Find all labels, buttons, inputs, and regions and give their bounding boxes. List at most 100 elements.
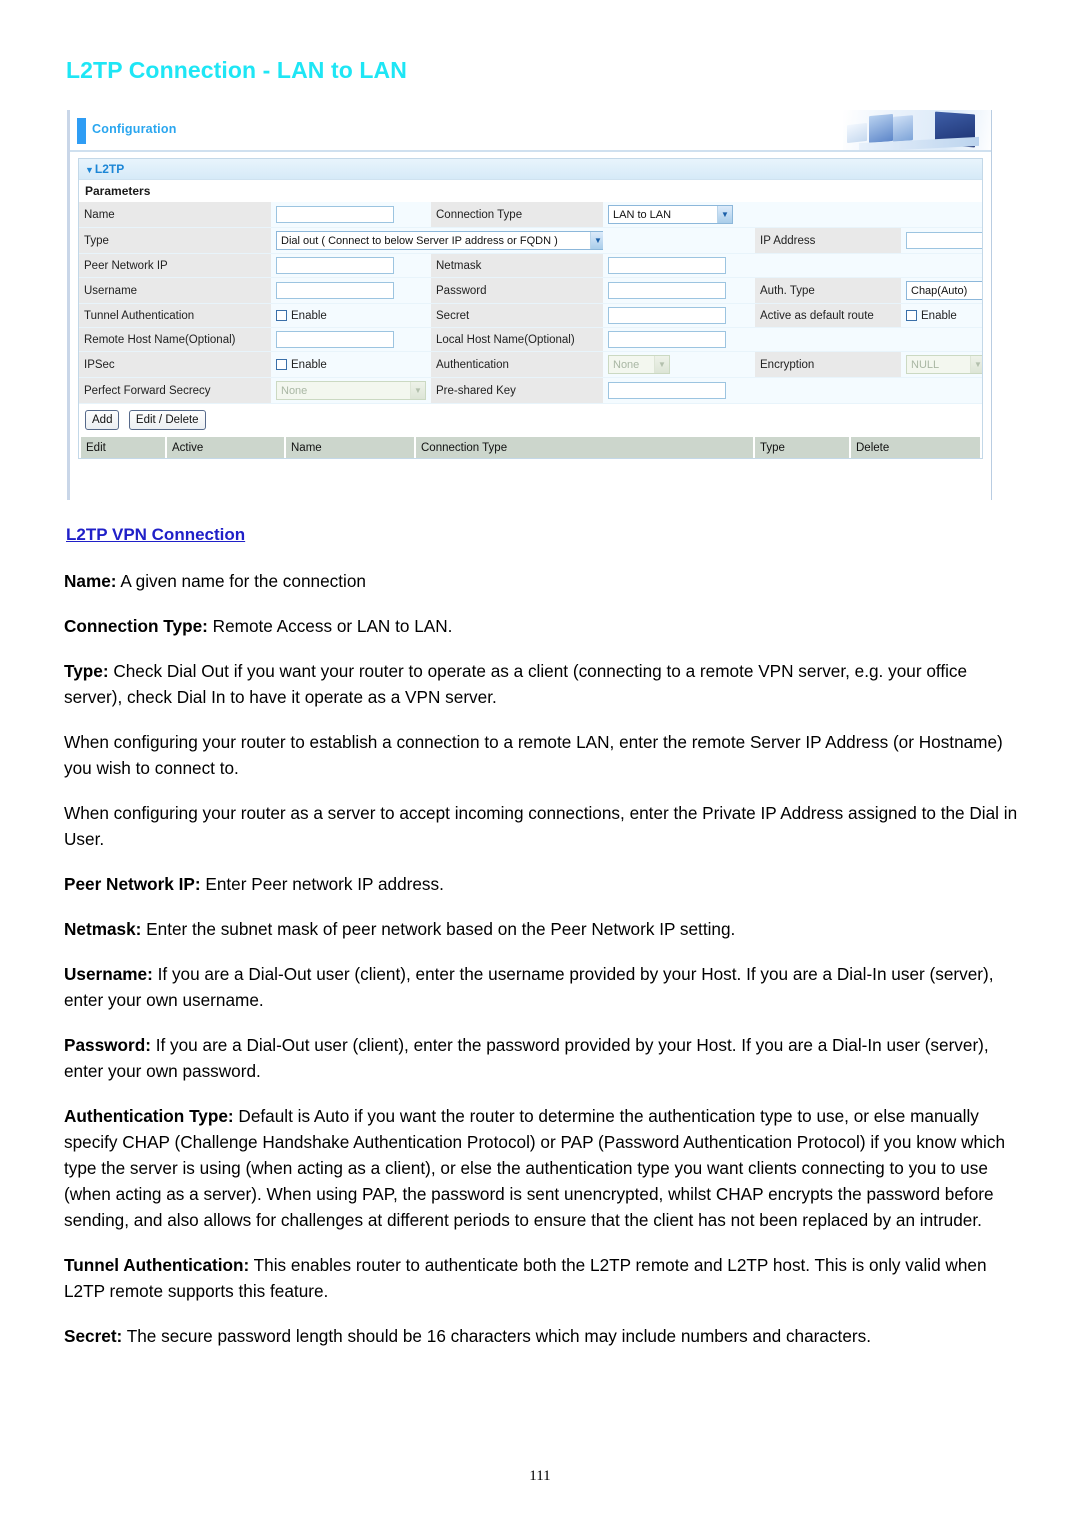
label-remote-host-name: Remote Host Name(Optional) xyxy=(79,327,271,352)
form-row-name: Name Connection Type LAN to LAN ▼ xyxy=(79,202,982,228)
label-connection-type: Connection Type xyxy=(431,202,603,228)
section-heading-l2tp-vpn-connection: L2TP VPN Connection xyxy=(66,525,246,544)
spacer-cell xyxy=(755,253,901,278)
paragraph-term: Name: xyxy=(64,571,117,591)
paragraph: Name: A given name for the connection xyxy=(64,571,366,591)
l2tp-group-header[interactable]: ▼L2TP xyxy=(79,159,982,180)
screenshot-body: ▼L2TP Parameters Name Connection Type LA… xyxy=(70,152,991,459)
spacer-cell xyxy=(755,377,901,404)
label-ip-address: IP Address xyxy=(755,227,901,254)
column-header-name: Name xyxy=(286,437,414,458)
chevron-down-icon: ▼ xyxy=(85,165,94,175)
paragraph: Secret: The secure password length shoul… xyxy=(64,1326,871,1346)
table-header-row: Edit Active Name Connection Type Type De… xyxy=(81,437,980,458)
monitor-graphic xyxy=(847,122,867,144)
label-netmask: Netmask xyxy=(431,253,603,278)
label-auth-type: Auth. Type xyxy=(755,277,901,304)
paragraph: Type: Check Dial Out if you want your ro… xyxy=(64,661,968,707)
router-config-screenshot: Configuration ▼L2TP Parameters Name Conn… xyxy=(67,110,992,500)
encryption-select[interactable]: NULL ▼ xyxy=(906,355,982,374)
label-tunnel-authentication: Tunnel Authentication xyxy=(79,303,271,328)
cell-peer-network-ip-input xyxy=(271,253,431,278)
password-input[interactable] xyxy=(608,282,726,299)
perfect-forward-secrecy-value: None xyxy=(281,384,308,397)
authentication-select[interactable]: None ▼ xyxy=(608,355,670,374)
cell-auth-type-select: Chap(Auto) ▼ xyxy=(901,277,982,304)
paragraph: Peer Network IP: Enter Peer network IP a… xyxy=(64,874,444,894)
screenshot-header: Configuration xyxy=(70,110,991,152)
perfect-forward-secrecy-select[interactable]: None ▼ xyxy=(276,381,426,400)
page-title: L2TP Connection - LAN to LAN xyxy=(66,57,407,83)
secret-input[interactable] xyxy=(608,307,726,324)
remote-host-name-input[interactable] xyxy=(276,331,394,348)
tunnel-authentication-checkbox[interactable] xyxy=(276,309,287,321)
l2tp-parameters-table: Name Connection Type LAN to LAN ▼ Type D… xyxy=(79,202,982,404)
label-pre-shared-key: Pre-shared Key xyxy=(431,377,603,404)
l2tp-group-title: L2TP xyxy=(94,162,125,176)
paragraph-term: Peer Network IP: xyxy=(64,874,201,894)
cell-tunnel-auth-checkbox: Enable xyxy=(271,303,431,328)
paragraph: When configuring your router to establis… xyxy=(64,732,1003,778)
chevron-down-icon: ▼ xyxy=(970,356,982,373)
paragraph-term: Tunnel Authentication: xyxy=(64,1255,250,1275)
ipsec-checkbox-label: Enable xyxy=(291,358,327,371)
spacer-cell xyxy=(901,377,982,404)
auth-type-select[interactable]: Chap(Auto) ▼ xyxy=(906,281,982,300)
local-host-name-input[interactable] xyxy=(608,331,726,348)
type-select[interactable]: Dial out ( Connect to below Server IP ad… xyxy=(276,231,603,250)
peer-network-ip-input[interactable] xyxy=(276,257,394,274)
cell-remote-host-name-input xyxy=(271,327,431,352)
label-perfect-forward-secrecy: Perfect Forward Secrecy xyxy=(79,377,271,404)
auth-type-value: Chap(Auto) xyxy=(911,284,968,297)
ipsec-checkbox[interactable] xyxy=(276,358,287,370)
connection-type-select[interactable]: LAN to LAN ▼ xyxy=(608,205,733,224)
label-type: Type xyxy=(79,227,271,254)
l2tp-connection-list-table: Edit Active Name Connection Type Type De… xyxy=(79,437,982,458)
label-ipsec: IPSec xyxy=(79,351,271,378)
username-input[interactable] xyxy=(276,282,394,299)
name-input[interactable] xyxy=(276,206,394,223)
router-banner-image xyxy=(843,110,991,150)
cell-ipsec-checkbox: Enable xyxy=(271,351,431,378)
cell-pre-shared-key-input xyxy=(603,377,755,404)
cell-local-host-name-input xyxy=(603,327,755,352)
edit-delete-button[interactable]: Edit / Delete xyxy=(128,410,206,430)
paragraph-term: Authentication Type: xyxy=(64,1106,234,1126)
monitor-graphic xyxy=(869,113,893,144)
column-header-type: Type xyxy=(755,437,849,458)
cell-username-input xyxy=(271,277,431,304)
label-encryption: Encryption xyxy=(755,351,901,378)
chevron-down-icon: ▼ xyxy=(717,206,732,223)
cell-active-default-route-checkbox: Enable xyxy=(901,303,982,328)
document-page: L2TP Connection - LAN to LAN Configurati… xyxy=(0,0,1080,1527)
type-value: Dial out ( Connect to below Server IP ad… xyxy=(281,234,558,247)
cell-type-select: Dial out ( Connect to below Server IP ad… xyxy=(271,227,603,254)
active-as-default-route-checkbox-label: Enable xyxy=(921,309,957,322)
pre-shared-key-input[interactable] xyxy=(608,382,726,399)
ip-address-input[interactable] xyxy=(906,232,982,249)
form-row-username: Username Password Auth. Type Chap(Auto) xyxy=(79,277,982,304)
connection-type-value: LAN to LAN xyxy=(613,208,672,221)
cell-pfs-select: None ▼ xyxy=(271,377,431,404)
chevron-down-icon: ▼ xyxy=(410,382,425,399)
netmask-input[interactable] xyxy=(608,257,726,274)
form-row-tunnel-authentication: Tunnel Authentication Enable Secret Acti… xyxy=(79,303,982,328)
paragraph-term: Secret: xyxy=(64,1326,123,1346)
label-local-host-name: Local Host Name(Optional) xyxy=(431,327,603,352)
cell-password-input xyxy=(603,277,755,304)
action-button-row: Add Edit / Delete xyxy=(79,404,982,437)
label-authentication: Authentication xyxy=(431,351,603,378)
spacer-cell xyxy=(603,227,755,254)
active-as-default-route-checkbox[interactable] xyxy=(906,309,917,321)
cell-authentication-select: None ▼ xyxy=(603,351,755,378)
column-header-edit: Edit xyxy=(81,437,165,458)
cell-encryption-select: NULL ▼ xyxy=(901,351,982,378)
add-button[interactable]: Add xyxy=(85,410,120,430)
column-header-connection-type: Connection Type xyxy=(416,437,753,458)
paragraph-term: Password: xyxy=(64,1035,151,1055)
form-row-ipsec: IPSec Enable Authentication None ▼ Encry… xyxy=(79,351,982,378)
paragraph-term: Type: xyxy=(64,661,109,681)
label-password: Password xyxy=(431,277,603,304)
spacer-cell xyxy=(901,202,982,228)
form-row-perfect-forward-secrecy: Perfect Forward Secrecy None ▼ Pre-share… xyxy=(79,377,982,404)
